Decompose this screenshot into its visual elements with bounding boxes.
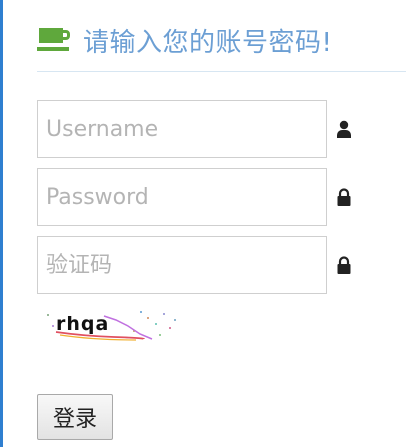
login-button[interactable]: 登录 <box>37 394 113 440</box>
header-divider <box>37 71 406 72</box>
captcha-row <box>37 236 367 294</box>
password-row <box>37 168 367 226</box>
lock-icon <box>337 188 351 206</box>
captcha-input[interactable] <box>37 236 327 294</box>
lock-icon <box>337 256 351 274</box>
password-input[interactable] <box>37 168 327 226</box>
username-row <box>37 100 367 158</box>
captcha-text: rhqa <box>56 313 109 335</box>
user-icon <box>337 120 351 138</box>
left-accent-border <box>0 0 3 447</box>
captcha-image[interactable]: rhqa <box>44 306 178 342</box>
username-input[interactable] <box>37 100 327 158</box>
login-page: 请输入您的账号密码! Username 验证码 rhqa 登录 <box>0 0 406 447</box>
coffee-cup-icon <box>37 28 70 51</box>
login-header: 请输入您的账号密码! <box>37 18 332 62</box>
page-title: 请输入您的账号密码! <box>83 27 333 58</box>
